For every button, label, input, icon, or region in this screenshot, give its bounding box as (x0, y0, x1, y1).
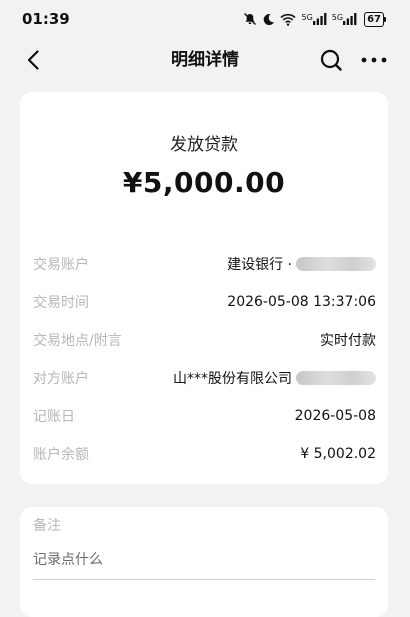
detail-label: 交易时间 (33, 295, 89, 311)
detail-label: 交易账户 (33, 257, 89, 273)
note-label: 备注 (33, 518, 61, 534)
detail-value: ¥ 5,002.02 (300, 446, 376, 462)
masked-account-number (296, 257, 376, 271)
transaction-type: 发放贷款 (170, 135, 238, 155)
status-time: 01:39 (22, 10, 70, 28)
wifi-icon (280, 13, 297, 26)
masked-counterparty-account (296, 371, 376, 385)
detail-value: 实时付款 (320, 333, 376, 349)
signal-bars-icon (312, 13, 327, 25)
signal-2-tag: 5G (331, 13, 344, 22)
detail-value: 山***股份有限公司 (173, 368, 376, 388)
more-icon[interactable] (358, 47, 390, 73)
status-bar: 01:39 5G 5G 67 (0, 0, 410, 38)
detail-value: 2026-05-08 (294, 408, 376, 424)
detail-label: 交易地点/附言 (33, 333, 122, 349)
signal-1-tag: 5G (301, 13, 313, 22)
detail-row-counterparty: 对方账户 山***股份有限公司 (33, 366, 376, 390)
detail-row-balance: 账户余额 ¥ 5,002.02 (33, 442, 376, 466)
detail-value: 2026-05-08 13:37:06 (227, 294, 376, 310)
search-icon[interactable] (318, 47, 344, 73)
signal-1: 5G (301, 13, 327, 25)
battery-icon (384, 16, 386, 22)
detail-label: 账户余额 (33, 447, 89, 463)
nav-bar: 明细详情 (0, 38, 410, 82)
battery-indicator: 67 (362, 11, 386, 27)
detail-value-text: 建设银行 · (227, 257, 292, 273)
detail-value: 建设银行 · (227, 254, 376, 274)
note-card: 备注 (20, 507, 388, 617)
detail-row-location: 交易地点/附言 实时付款 (33, 328, 376, 352)
bell-mute-icon (244, 13, 257, 25)
status-icons: 5G 5G 67 (243, 11, 386, 27)
signal-bars-icon (343, 13, 357, 25)
signal-2: 5G (332, 13, 357, 25)
detail-row-account: 交易账户 建设银行 · (33, 252, 376, 276)
battery-level: 67 (364, 11, 384, 27)
moon-icon (264, 13, 275, 25)
note-input[interactable] (33, 541, 375, 580)
transaction-amount: ¥5,000.00 (122, 166, 286, 199)
transaction-card: 发放贷款 ¥5,000.00 交易账户 建设银行 · 交易时间 2026-05-… (20, 92, 388, 484)
detail-row-time: 交易时间 2026-05-08 13:37:06 (33, 290, 376, 314)
detail-value-text: 山***股份有限公司 (173, 371, 292, 387)
detail-label: 对方账户 (33, 371, 89, 387)
page-title: 明细详情 (171, 50, 239, 70)
detail-label: 记账日 (33, 409, 75, 425)
detail-row-posting-date: 记账日 2026-05-08 (33, 404, 376, 428)
